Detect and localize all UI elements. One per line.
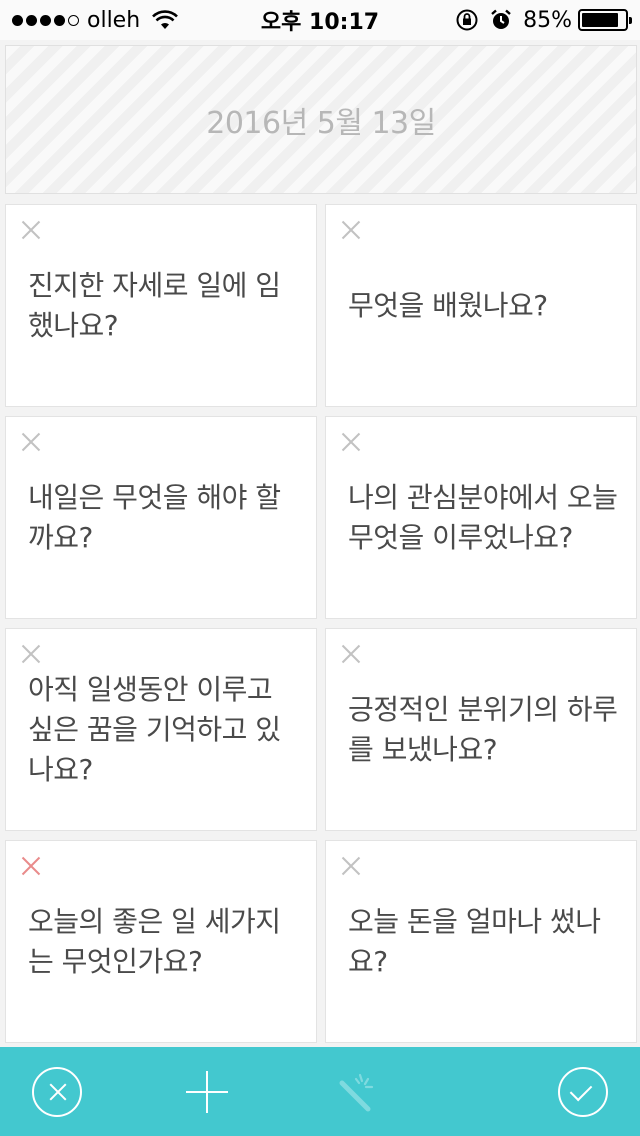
question-text: 진지한 자세로 일에 임했나요? [28, 268, 281, 342]
question-card[interactable]: 진지한 자세로 일에 임했나요? [5, 204, 317, 407]
question-card[interactable]: 나의 관심분야에서 오늘 무엇을 이루었나요? [325, 416, 637, 619]
question-card[interactable]: 오늘 돈을 얼마나 썼나요? [325, 840, 637, 1043]
bottom-toolbar [0, 1047, 640, 1136]
carrier-name: olleh [87, 7, 141, 33]
check-circle-icon[interactable] [558, 1066, 608, 1117]
question-card[interactable]: 무엇을 배웠나요? [325, 204, 637, 407]
date-title: 2016년 5월 13일 [206, 105, 436, 141]
question-text: 긍정적인 분위기의 하루를 보냈나요? [348, 692, 618, 766]
wifi-icon [152, 10, 179, 29]
question-text: 무엇을 배웠나요? [348, 288, 548, 322]
question-card[interactable]: 오늘의 좋은 일 세가지는 무엇인가요? [5, 840, 317, 1043]
orientation-lock-icon [456, 9, 478, 31]
question-text: 내일은 무엇을 해야 할까요? [28, 480, 281, 554]
signal-strength-icon [12, 14, 79, 26]
plus-icon[interactable] [182, 1067, 232, 1117]
question-card[interactable]: 내일은 무엇을 해야 할까요? [5, 416, 317, 619]
alarm-icon [491, 9, 511, 29]
question-text: 아직 일생동안 이루고 싶은 꿈을 기억하고 있나요? [28, 672, 281, 786]
question-card[interactable]: 긍정적인 분위기의 하루를 보냈나요? [325, 628, 637, 831]
question-text: 오늘 돈을 얼마나 썼나요? [348, 904, 601, 978]
date-banner[interactable]: 2016년 5월 13일 [5, 45, 637, 194]
battery-percent: 85% [523, 7, 572, 33]
status-bar: olleh 오후 10:17 85% [0, 0, 640, 40]
magic-wand-icon[interactable] [332, 1067, 382, 1117]
battery-icon [578, 9, 632, 31]
question-text: 오늘의 좋은 일 세가지는 무엇인가요? [28, 904, 281, 978]
cancel-circle-icon[interactable] [32, 1066, 82, 1117]
question-card[interactable]: 아직 일생동안 이루고 싶은 꿈을 기억하고 있나요? [5, 628, 317, 831]
question-text: 나의 관심분야에서 오늘 무엇을 이루었나요? [348, 480, 618, 554]
